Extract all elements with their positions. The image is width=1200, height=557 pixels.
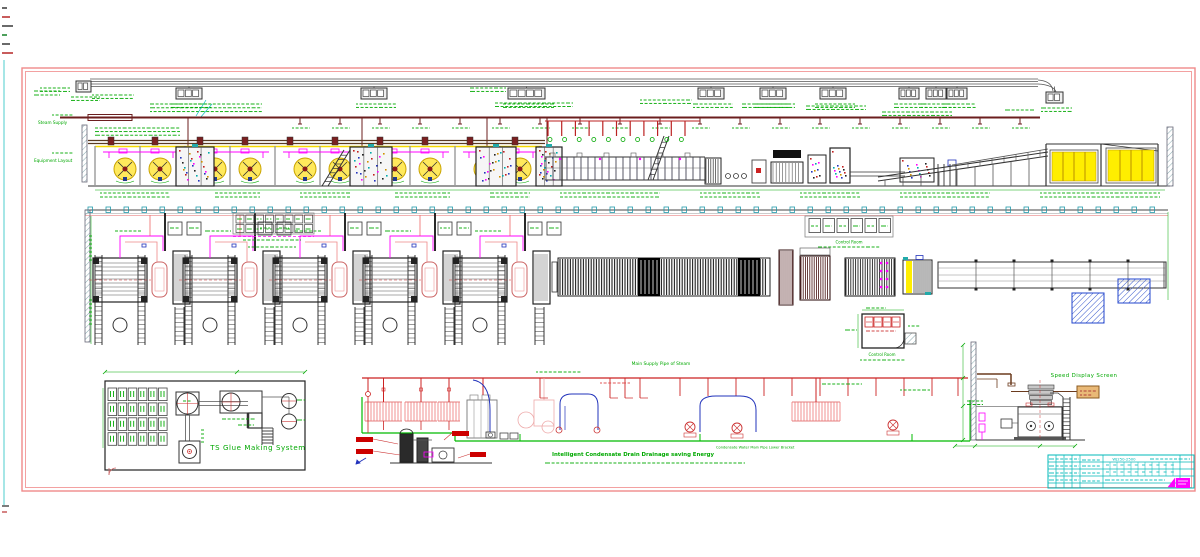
glue-making-system [103,370,307,475]
control-room-label: Control Room [835,240,862,245]
steam-supply-label: Steam Supply [38,120,68,125]
drawing-sheet: Steam Supply Equipment Layout TS Glue Ma… [0,0,1200,557]
cad-drawing: Steam Supply Equipment Layout TS Glue Ma… [0,0,1200,557]
drawing-number: WJ250-2500 [1112,457,1136,462]
speed-display-screen-label: Speed Display Screen [1051,373,1118,379]
glue-system-label: TS Glue Making System [209,444,305,452]
elevation-view [88,121,1173,197]
steam-piping-diagram [356,372,970,464]
equipment-layout-label: Equipment Layout [34,158,73,163]
machine-section-view [953,342,1099,448]
sheet-edge-marks [2,8,13,512]
bracket-note-label: Condensate Water Main Pipe Lower Bracket [716,446,795,450]
steam-diagram-title: Main Supply Pipe of Steam [632,361,691,367]
control-room-cabin-label: Control Room [868,352,895,357]
plan-view [85,207,1168,360]
cable-tray [40,79,1072,118]
condensate-slogan-label: Intelligent Condensate Drain Drainage sa… [552,452,715,458]
